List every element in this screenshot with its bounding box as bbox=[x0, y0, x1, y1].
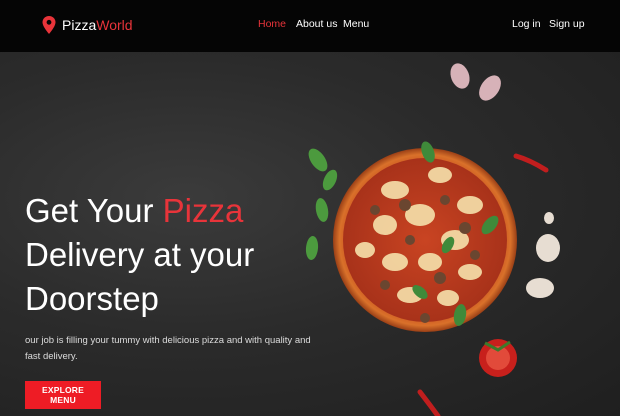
hero-description: our job is filling your tummy with delic… bbox=[25, 335, 311, 362]
explore-menu-button[interactable]: EXPLORE MENU bbox=[25, 381, 101, 409]
hero-section: Get Your Pizza Delivery at your Doorstep… bbox=[0, 52, 620, 416]
location-pin-icon bbox=[42, 16, 56, 34]
signup-link[interactable]: Sign up bbox=[549, 18, 585, 30]
brand-name: PizzaWorld bbox=[62, 17, 133, 33]
login-link[interactable]: Log in bbox=[512, 18, 541, 30]
brand-logo[interactable]: PizzaWorld bbox=[42, 14, 133, 36]
nav-link-about[interactable]: About us bbox=[296, 18, 337, 30]
nav-link-home[interactable]: Home bbox=[258, 18, 286, 30]
hero-headline: Get Your Pizza Delivery at your Doorstep bbox=[25, 192, 255, 317]
nav-link-menu[interactable]: Menu bbox=[343, 18, 369, 30]
navbar: PizzaWorld Home About us Menu Log in Sig… bbox=[0, 0, 620, 52]
